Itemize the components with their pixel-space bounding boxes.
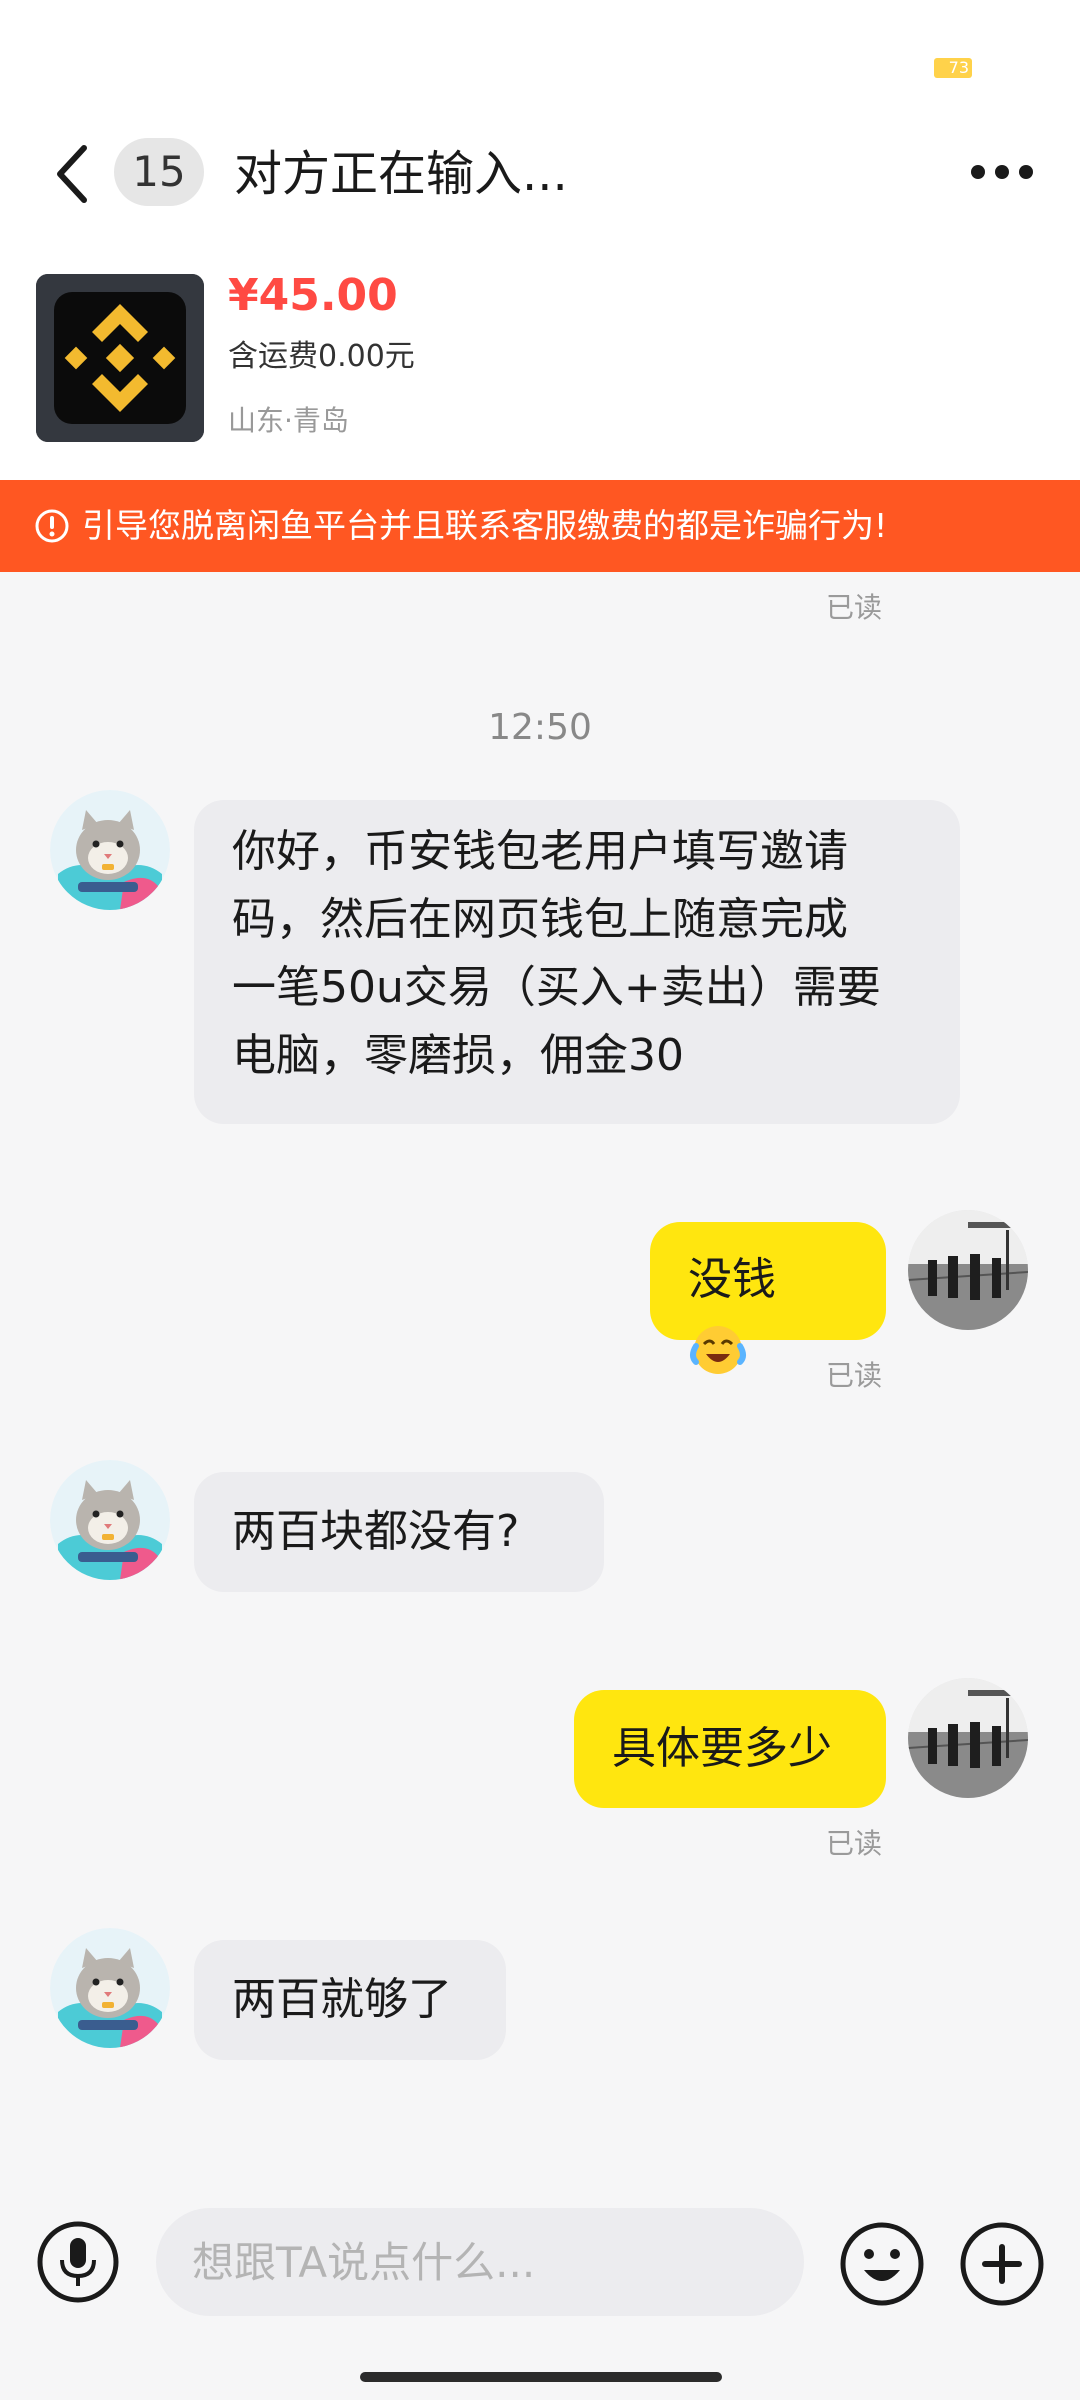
chat-title: 对方正在输入...: [234, 146, 568, 202]
home-indicator[interactable]: [360, 2372, 722, 2382]
more-actions-button[interactable]: [958, 2220, 1046, 2308]
warning-text: 引导您脱离闲鱼平台并且联系客服缴费的都是诈骗行为!: [82, 506, 888, 545]
crying-laugh-emoji-icon: [688, 1320, 748, 1380]
read-status: 已读: [826, 1827, 883, 1860]
cat-avatar-icon: [50, 1928, 170, 2048]
warning-icon: [34, 508, 70, 544]
message-input[interactable]: [156, 2208, 804, 2316]
message-text: 没钱: [688, 1254, 776, 1305]
cat-avatar-icon: [50, 790, 170, 910]
battery-indicator: 73: [934, 58, 972, 78]
message-bubble-incoming: 两百就够了: [194, 1940, 506, 2060]
band-photo-avatar-icon: [908, 1678, 1028, 1798]
my-avatar[interactable]: [908, 1210, 1028, 1330]
product-thumbnail[interactable]: [36, 274, 204, 442]
message-line: 你好，币安钱包老用户填写邀请: [232, 826, 848, 877]
product-shipping: 含运费0.00元: [228, 339, 415, 374]
voice-button[interactable]: [36, 2220, 120, 2304]
more-button[interactable]: [968, 150, 1036, 194]
cat-avatar-icon: [50, 1460, 170, 1580]
emoji-button[interactable]: [838, 2220, 926, 2308]
message-bubble-incoming: 两百块都没有?: [194, 1472, 604, 1592]
message-bubble-outgoing: 具体要多少: [574, 1690, 886, 1808]
product-price: ¥45.00: [228, 270, 398, 321]
message-line: 电脑，零磨损，佣金30: [232, 1030, 684, 1081]
smiley-icon: [840, 2222, 924, 2306]
message-line: 码，然后在网页钱包上随意完成: [232, 894, 848, 945]
other-avatar[interactable]: [50, 1928, 170, 2048]
message-text: 具体要多少: [612, 1723, 832, 1774]
read-status: 已读: [826, 591, 883, 624]
message-text: 两百块都没有?: [232, 1506, 520, 1557]
microphone-icon: [37, 2221, 119, 2303]
message-bubble-outgoing: 没钱: [650, 1222, 886, 1374]
message-bubble-incoming: 你好，币安钱包老用户填写邀请 码，然后在网页钱包上随意完成 一笔50u交易（买入…: [194, 800, 960, 1124]
band-photo-avatar-icon: [908, 1210, 1028, 1330]
unread-count-badge[interactable]: 15: [114, 138, 204, 206]
plus-circle-icon: [960, 2222, 1044, 2306]
message-text: 两百就够了: [232, 1974, 452, 2025]
read-status: 已读: [826, 1359, 883, 1392]
top-area: 73 15 对方正在输入... ¥45.00 含运费0.00元 山东·青岛: [0, 0, 1080, 480]
other-avatar[interactable]: [50, 790, 170, 910]
binance-logo-icon: [36, 274, 204, 442]
input-bar: [0, 2180, 1080, 2400]
message-line: 一笔50u交易（买入+卖出）需要: [232, 962, 881, 1013]
product-location: 山东·青岛: [228, 404, 349, 437]
my-avatar[interactable]: [908, 1678, 1028, 1798]
warning-banner: 引导您脱离闲鱼平台并且联系客服缴费的都是诈骗行为!: [0, 480, 1080, 572]
chevron-left-icon: [57, 145, 87, 203]
more-dots-icon: [971, 165, 1033, 179]
message-timestamp: 12:50: [488, 707, 592, 748]
back-button[interactable]: [48, 142, 98, 206]
other-avatar[interactable]: [50, 1460, 170, 1580]
